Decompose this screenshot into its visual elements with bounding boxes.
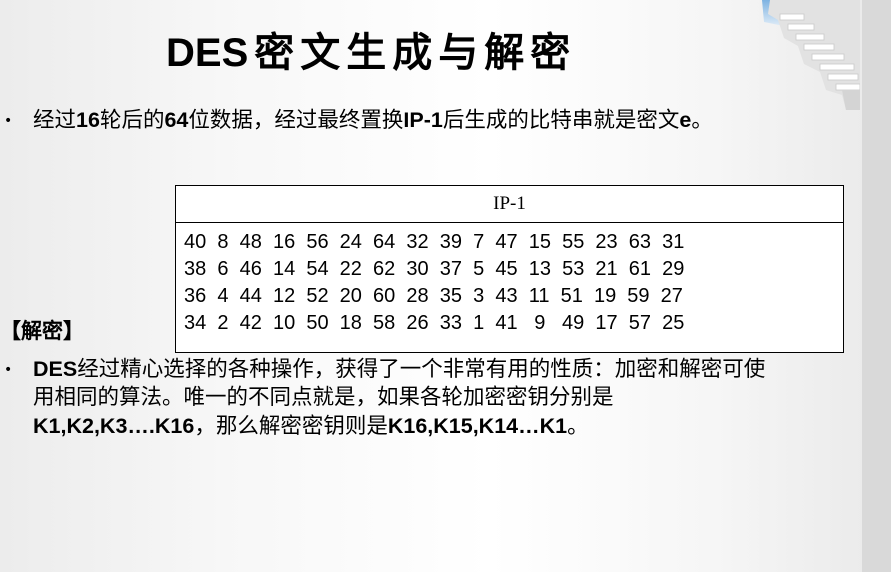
table-header: IP-1 [176,186,843,223]
text-segment: 位数据，经过最终置换 [188,108,404,133]
staircase-decoration [762,0,860,110]
right-edge-band [862,0,891,572]
slide-title: DES 密文生成与解密 [166,26,576,80]
text-term: K1,K2,K3….K16 [33,414,195,438]
text-segment: ，那么解密密钥则是 [194,414,388,439]
text-segment: 后生成的比特串就是密文 [442,108,680,133]
table-body: 40 8 48 16 56 24 64 32 39 7 47 15 55 23 … [176,223,843,337]
text-term: IP-1 [403,108,443,132]
table-row: 38 6 46 14 54 22 62 30 37 5 45 13 53 21 … [184,258,685,280]
text-number: 16 [76,108,100,132]
table-row: 40 8 48 16 56 24 64 32 39 7 47 15 55 23 … [184,231,685,253]
bullet-marker: • [4,113,13,129]
bullet-decryption-text: DES经过精心选择的各种操作，获得了一个非常有用的性质：加密和解密可使用相同的算… [33,355,778,441]
text-term: DES [33,357,78,381]
text-segment: 。 [691,108,713,133]
text-term: K16,K15,K14…K1 [387,414,568,438]
bullet-marker: • [4,362,13,378]
ip-inverse-table: IP-1 40 8 48 16 56 24 64 32 39 7 47 15 5… [175,185,844,353]
text-segment: 轮后的 [99,108,165,133]
table-row: 36 4 44 12 52 20 60 28 35 3 43 11 51 19 … [184,285,683,307]
text-term: e [679,108,692,132]
text-segment: 经过精心选择的各种操作，获得了一个非常有用的性质：加密和解密可使用相同的算法。唯… [33,357,766,410]
text-number: 64 [164,108,189,132]
title-latin: DES [166,31,249,75]
bullet-ciphertext-text: 经过16轮后的64位数据，经过最终置换IP-1后生成的比特串就是密文e。 [33,106,778,135]
section-label-decryption: 【解密】 [0,319,84,343]
text-segment: 。 [567,414,589,439]
title-cjk: 密文生成与解密 [254,30,577,76]
text-segment: 经过 [33,108,77,133]
table-row: 34 2 42 10 50 18 58 26 33 1 41 9 49 17 5… [184,312,685,334]
